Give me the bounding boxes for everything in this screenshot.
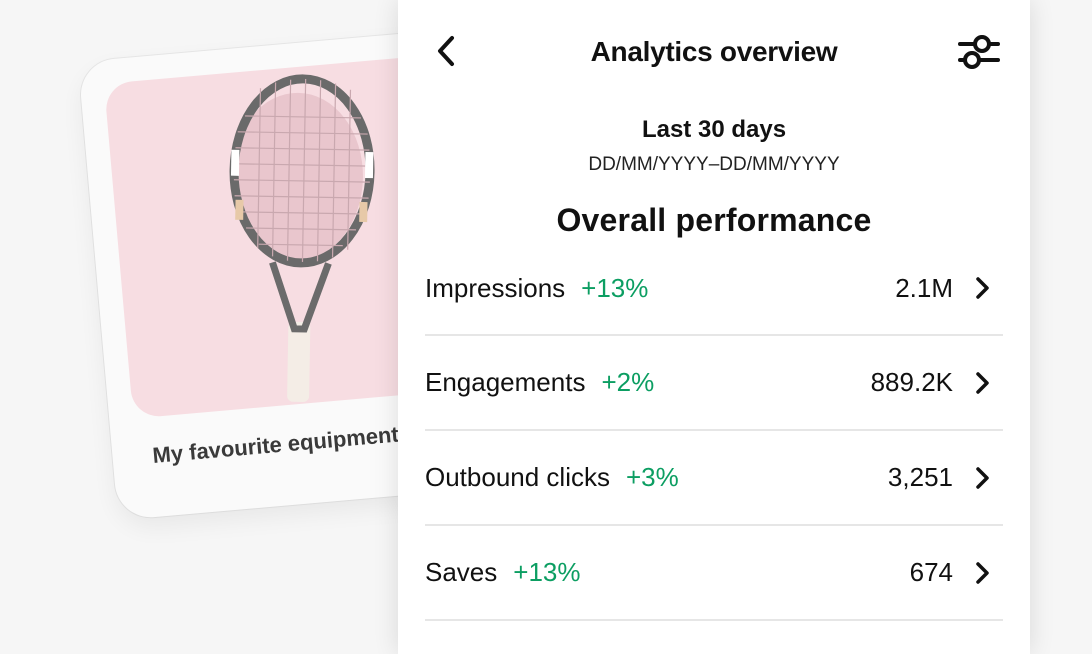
metric-change: +2% [601,367,655,397]
chevron-right-icon [976,277,989,299]
metric-row-outbound-clicks[interactable]: Outbound clicks +3% 3,251 [425,431,1003,526]
metric-name: Saves [425,557,498,587]
chevron-right-icon [976,371,989,394]
metric-value: 2.1M [895,272,953,303]
pin-caption: My favourite equipment [151,421,400,468]
metric-name: Engagements [425,367,586,397]
metric-value: 674 [909,557,953,587]
metric-row-engagements[interactable]: Engagements +2% 889.2K [425,336,1003,431]
metric-name: Outbound clicks [425,462,610,492]
sliders-icon [958,35,1000,69]
date-range-dates: DD/MM/YYYY–DD/MM/YYYY [588,154,840,175]
metric-row-impressions[interactable]: Impressions +13% 2.1M [425,242,1003,336]
metric-change: +3% [625,462,679,492]
metrics-list: Impressions +13% 2.1M Engagements +2% 88… [425,242,1003,621]
metric-value: 889.2K [870,367,953,397]
chevron-right-icon [976,466,989,489]
analytics-panel: Analytics overview Last 30 days DD/MM/YY… [398,0,1030,654]
metric-name: Impressions [425,272,566,303]
metric-change: +13% [581,272,649,303]
date-range-label: Last 30 days [641,116,787,143]
metric-change: +13% [513,557,581,587]
metric-row-saves[interactable]: Saves +13% 674 [425,526,1003,621]
metric-value: 3,251 [887,462,953,492]
section-title: Overall performance [556,202,872,238]
filter-button[interactable] [956,30,1002,72]
chevron-right-icon [976,561,989,584]
page-title: Analytics overview [590,36,838,67]
